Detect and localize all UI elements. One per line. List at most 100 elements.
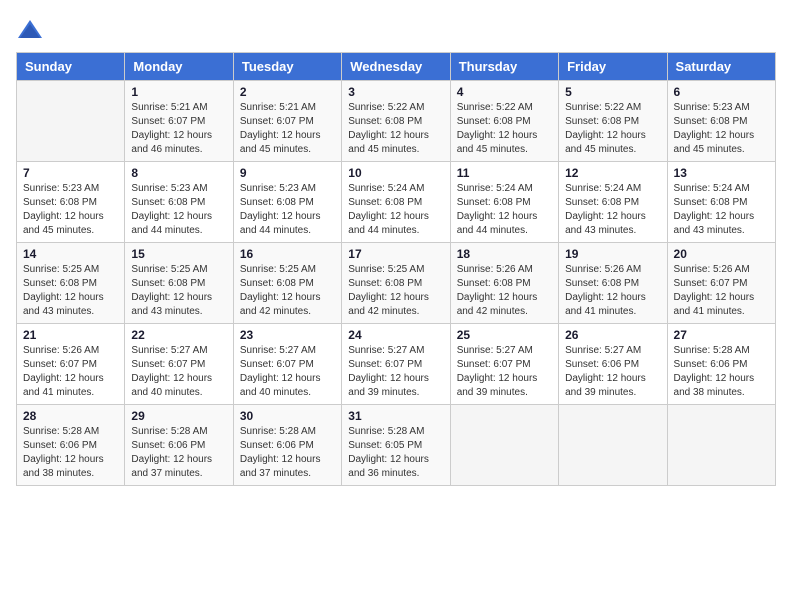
day-number: 10 bbox=[348, 166, 443, 180]
week-row-4: 28 Sunrise: 5:28 AMSunset: 6:06 PMDayligh… bbox=[17, 405, 776, 486]
calendar-cell bbox=[450, 405, 558, 486]
day-info: Sunrise: 5:28 AMSunset: 6:06 PMDaylight:… bbox=[131, 425, 226, 481]
day-info: Sunrise: 5:28 AMSunset: 6:06 PMDaylight:… bbox=[240, 425, 335, 481]
day-info: Sunrise: 5:25 AMSunset: 6:08 PMDaylight:… bbox=[131, 263, 226, 319]
day-info: Sunrise: 5:22 AMSunset: 6:08 PMDaylight:… bbox=[348, 101, 443, 157]
calendar-cell: 13 Sunrise: 5:24 AMSunset: 6:08 PMDayligh… bbox=[667, 162, 775, 243]
day-number: 4 bbox=[457, 85, 552, 99]
week-row-0: 1Sunrise: 5:21 AMSunset: 6:07 PMDaylight… bbox=[17, 81, 776, 162]
calendar-cell: 1Sunrise: 5:21 AMSunset: 6:07 PMDaylight… bbox=[125, 81, 233, 162]
calendar-cell: 7 Sunrise: 5:23 AMSunset: 6:08 PMDaylight… bbox=[17, 162, 125, 243]
calendar-cell: 24 Sunrise: 5:27 AMSunset: 6:07 PMDayligh… bbox=[342, 324, 450, 405]
calendar-cell: 27Sunrise: 5:28 AMSunset: 6:06 PMDayligh… bbox=[667, 324, 775, 405]
day-info: Sunrise: 5:21 AMSunset: 6:07 PMDaylight:… bbox=[240, 101, 335, 157]
header-saturday: Saturday bbox=[667, 53, 775, 81]
day-info: Sunrise: 5:24 AMSunset: 6:08 PMDaylight:… bbox=[565, 182, 660, 238]
day-number: 21 bbox=[23, 328, 118, 342]
week-row-1: 7 Sunrise: 5:23 AMSunset: 6:08 PMDaylight… bbox=[17, 162, 776, 243]
day-info: Sunrise: 5:27 AMSunset: 6:07 PMDaylight:… bbox=[348, 344, 443, 400]
calendar-cell: 20 Sunrise: 5:26 AMSunset: 6:07 PMDayligh… bbox=[667, 243, 775, 324]
calendar-cell: 26 Sunrise: 5:27 AMSunset: 6:06 PMDayligh… bbox=[559, 324, 667, 405]
calendar-cell: 23 Sunrise: 5:27 AMSunset: 6:07 PMDayligh… bbox=[233, 324, 341, 405]
day-number: 7 bbox=[23, 166, 118, 180]
day-number: 3 bbox=[348, 85, 443, 99]
day-number: 23 bbox=[240, 328, 335, 342]
calendar-cell bbox=[559, 405, 667, 486]
day-info: Sunrise: 5:27 AMSunset: 6:06 PMDaylight:… bbox=[565, 344, 660, 400]
calendar-cell: 31Sunrise: 5:28 AMSunset: 6:05 PMDayligh… bbox=[342, 405, 450, 486]
header bbox=[16, 16, 776, 44]
day-info: Sunrise: 5:26 AMSunset: 6:07 PMDaylight:… bbox=[23, 344, 118, 400]
calendar-cell: 12 Sunrise: 5:24 AMSunset: 6:08 PMDayligh… bbox=[559, 162, 667, 243]
calendar-table: SundayMondayTuesdayWednesdayThursdayFrid… bbox=[16, 52, 776, 486]
day-number: 13 bbox=[674, 166, 769, 180]
day-number: 25 bbox=[457, 328, 552, 342]
header-monday: Monday bbox=[125, 53, 233, 81]
calendar-cell: 9Sunrise: 5:23 AMSunset: 6:08 PMDaylight… bbox=[233, 162, 341, 243]
header-thursday: Thursday bbox=[450, 53, 558, 81]
calendar-cell: 21 Sunrise: 5:26 AMSunset: 6:07 PMDayligh… bbox=[17, 324, 125, 405]
calendar-cell bbox=[667, 405, 775, 486]
calendar-cell: 18Sunrise: 5:26 AMSunset: 6:08 PMDayligh… bbox=[450, 243, 558, 324]
calendar-body: 1Sunrise: 5:21 AMSunset: 6:07 PMDaylight… bbox=[17, 81, 776, 486]
day-number: 29 bbox=[131, 409, 226, 423]
day-info: Sunrise: 5:22 AMSunset: 6:08 PMDaylight:… bbox=[457, 101, 552, 157]
day-info: Sunrise: 5:23 AMSunset: 6:08 PMDaylight:… bbox=[674, 101, 769, 157]
day-number: 26 bbox=[565, 328, 660, 342]
calendar-cell: 29 Sunrise: 5:28 AMSunset: 6:06 PMDayligh… bbox=[125, 405, 233, 486]
calendar-cell: 2Sunrise: 5:21 AMSunset: 6:07 PMDaylight… bbox=[233, 81, 341, 162]
day-number: 28 bbox=[23, 409, 118, 423]
day-number: 14 bbox=[23, 247, 118, 261]
header-friday: Friday bbox=[559, 53, 667, 81]
day-info: Sunrise: 5:27 AMSunset: 6:07 PMDaylight:… bbox=[457, 344, 552, 400]
day-info: Sunrise: 5:24 AMSunset: 6:08 PMDaylight:… bbox=[457, 182, 552, 238]
day-number: 12 bbox=[565, 166, 660, 180]
day-info: Sunrise: 5:22 AMSunset: 6:08 PMDaylight:… bbox=[565, 101, 660, 157]
calendar-cell: 17 Sunrise: 5:25 AMSunset: 6:08 PMDayligh… bbox=[342, 243, 450, 324]
week-row-3: 21 Sunrise: 5:26 AMSunset: 6:07 PMDayligh… bbox=[17, 324, 776, 405]
day-number: 20 bbox=[674, 247, 769, 261]
calendar-cell: 10Sunrise: 5:24 AMSunset: 6:08 PMDayligh… bbox=[342, 162, 450, 243]
calendar-cell: 22Sunrise: 5:27 AMSunset: 6:07 PMDayligh… bbox=[125, 324, 233, 405]
day-info: Sunrise: 5:23 AMSunset: 6:08 PMDaylight:… bbox=[240, 182, 335, 238]
calendar-cell: 5 Sunrise: 5:22 AMSunset: 6:08 PMDaylight… bbox=[559, 81, 667, 162]
logo-icon bbox=[16, 16, 44, 44]
day-info: Sunrise: 5:26 AMSunset: 6:08 PMDaylight:… bbox=[565, 263, 660, 319]
day-info: Sunrise: 5:24 AMSunset: 6:08 PMDaylight:… bbox=[674, 182, 769, 238]
calendar-header: SundayMondayTuesdayWednesdayThursdayFrid… bbox=[17, 53, 776, 81]
calendar-cell: 11 Sunrise: 5:24 AMSunset: 6:08 PMDayligh… bbox=[450, 162, 558, 243]
calendar-cell: 6 Sunrise: 5:23 AMSunset: 6:08 PMDaylight… bbox=[667, 81, 775, 162]
day-number: 16 bbox=[240, 247, 335, 261]
day-info: Sunrise: 5:25 AMSunset: 6:08 PMDaylight:… bbox=[348, 263, 443, 319]
calendar-cell: 19 Sunrise: 5:26 AMSunset: 6:08 PMDayligh… bbox=[559, 243, 667, 324]
day-number: 30 bbox=[240, 409, 335, 423]
calendar-cell: 14 Sunrise: 5:25 AMSunset: 6:08 PMDayligh… bbox=[17, 243, 125, 324]
day-info: Sunrise: 5:28 AMSunset: 6:06 PMDaylight:… bbox=[674, 344, 769, 400]
logo bbox=[16, 16, 48, 44]
day-info: Sunrise: 5:23 AMSunset: 6:08 PMDaylight:… bbox=[131, 182, 226, 238]
day-number: 11 bbox=[457, 166, 552, 180]
day-info: Sunrise: 5:25 AMSunset: 6:08 PMDaylight:… bbox=[240, 263, 335, 319]
day-info: Sunrise: 5:27 AMSunset: 6:07 PMDaylight:… bbox=[131, 344, 226, 400]
day-number: 17 bbox=[348, 247, 443, 261]
day-number: 6 bbox=[674, 85, 769, 99]
day-info: Sunrise: 5:23 AMSunset: 6:08 PMDaylight:… bbox=[23, 182, 118, 238]
day-number: 19 bbox=[565, 247, 660, 261]
calendar-cell: 25 Sunrise: 5:27 AMSunset: 6:07 PMDayligh… bbox=[450, 324, 558, 405]
day-number: 24 bbox=[348, 328, 443, 342]
calendar-cell: 8 Sunrise: 5:23 AMSunset: 6:08 PMDaylight… bbox=[125, 162, 233, 243]
day-info: Sunrise: 5:28 AMSunset: 6:05 PMDaylight:… bbox=[348, 425, 443, 481]
day-info: Sunrise: 5:27 AMSunset: 6:07 PMDaylight:… bbox=[240, 344, 335, 400]
calendar-cell: 16 Sunrise: 5:25 AMSunset: 6:08 PMDayligh… bbox=[233, 243, 341, 324]
calendar-cell bbox=[17, 81, 125, 162]
calendar-cell: 3 Sunrise: 5:22 AMSunset: 6:08 PMDaylight… bbox=[342, 81, 450, 162]
day-number: 18 bbox=[457, 247, 552, 261]
calendar-cell: 30 Sunrise: 5:28 AMSunset: 6:06 PMDayligh… bbox=[233, 405, 341, 486]
header-sunday: Sunday bbox=[17, 53, 125, 81]
day-number: 8 bbox=[131, 166, 226, 180]
day-number: 5 bbox=[565, 85, 660, 99]
week-row-2: 14 Sunrise: 5:25 AMSunset: 6:08 PMDayligh… bbox=[17, 243, 776, 324]
day-info: Sunrise: 5:25 AMSunset: 6:08 PMDaylight:… bbox=[23, 263, 118, 319]
day-info: Sunrise: 5:28 AMSunset: 6:06 PMDaylight:… bbox=[23, 425, 118, 481]
day-info: Sunrise: 5:26 AMSunset: 6:07 PMDaylight:… bbox=[674, 263, 769, 319]
